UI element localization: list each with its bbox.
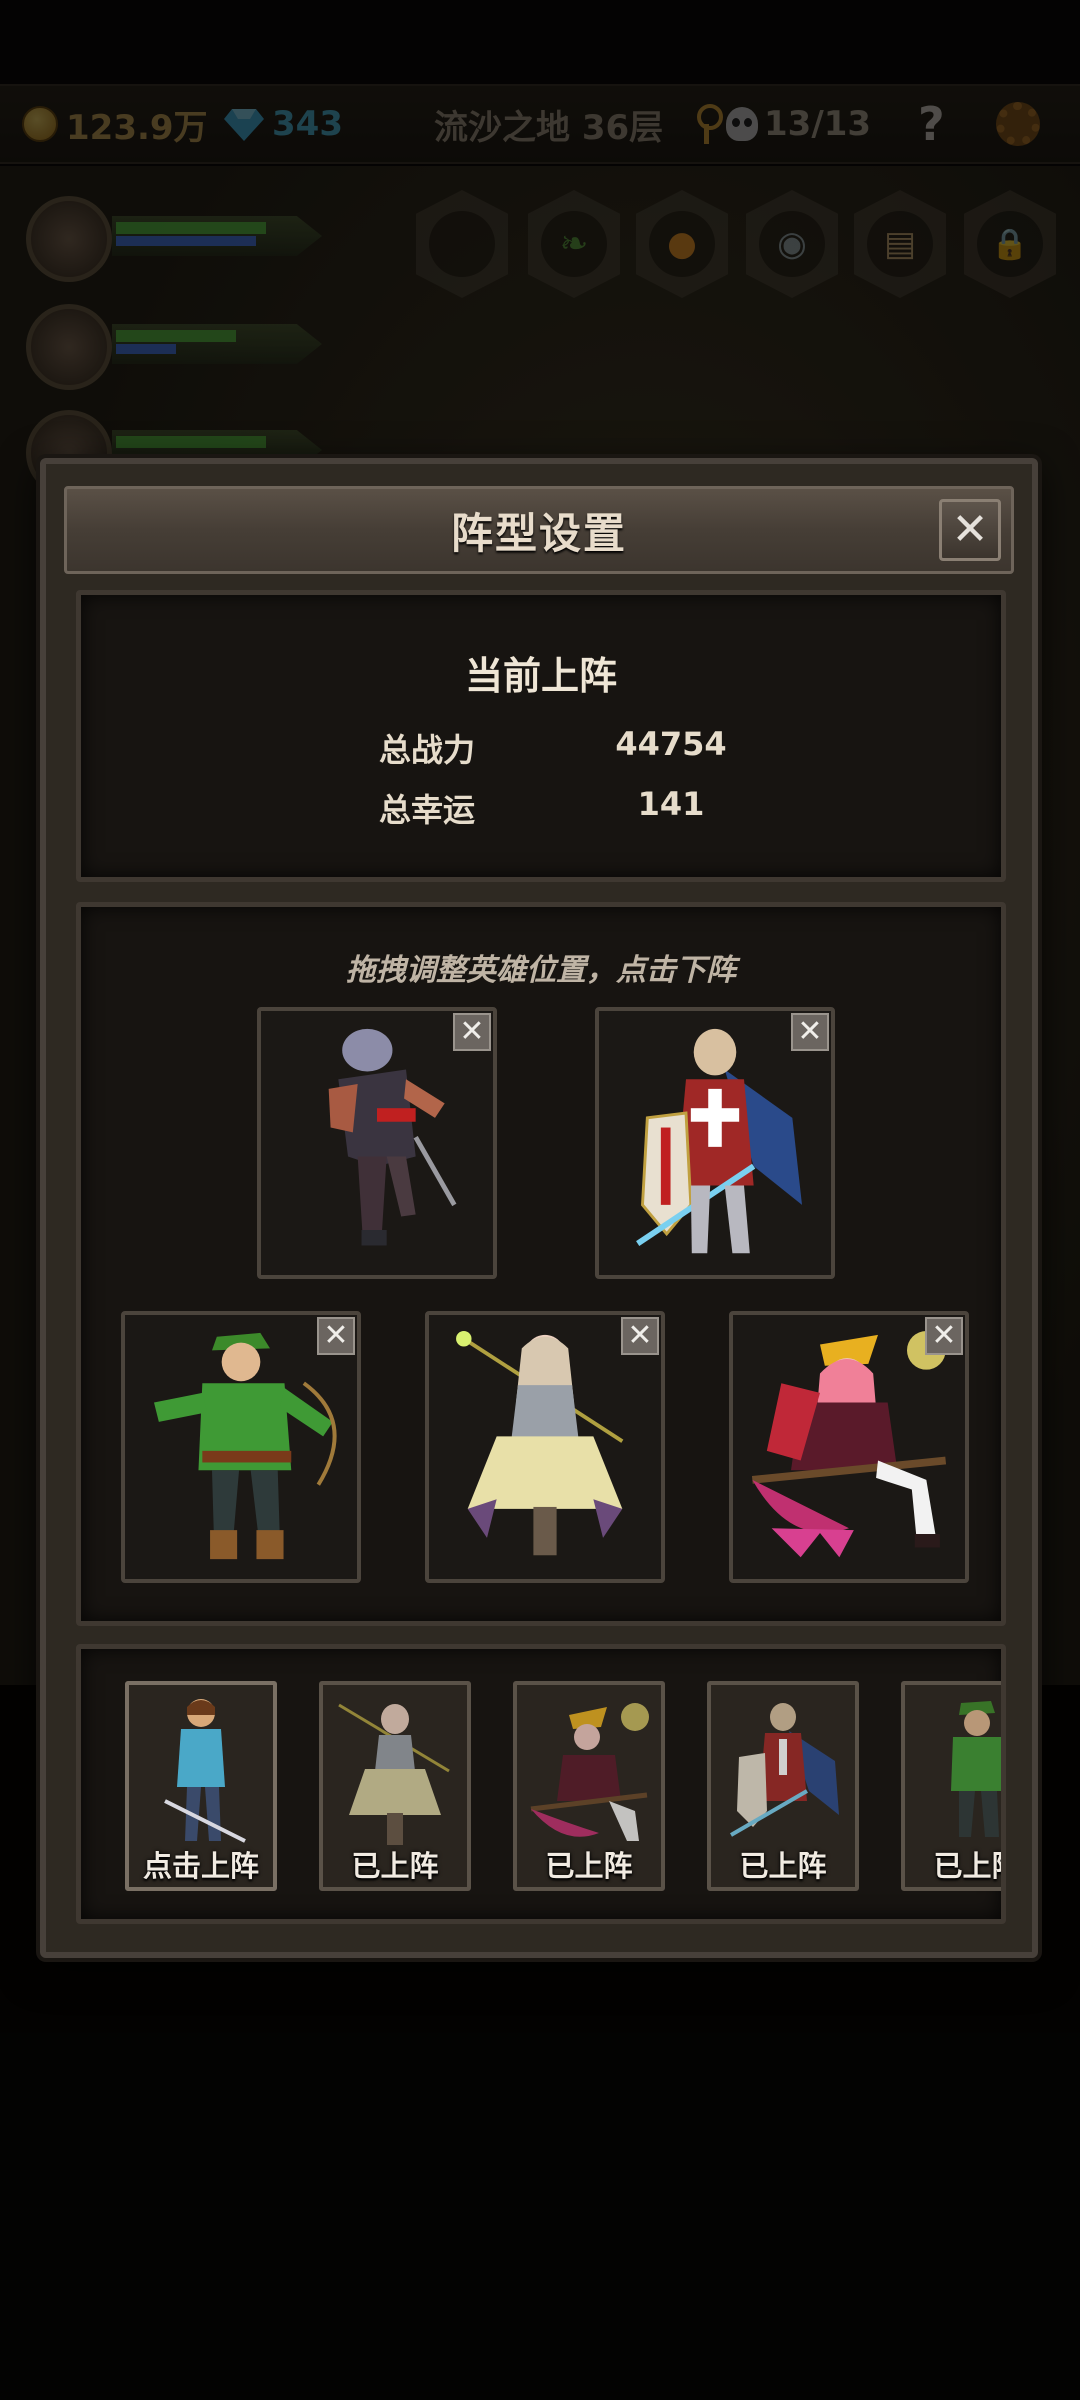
priestess-mage-portrait: [338, 1703, 450, 1845]
roster-hero-3[interactable]: 已上阵: [513, 1681, 665, 1891]
remove-hero-button[interactable]: ✕: [453, 1013, 491, 1051]
roster-status-label: 点击上阵: [142, 1849, 259, 1883]
crusader-knight-portrait: [729, 1703, 839, 1837]
close-button[interactable]: ✕: [939, 499, 1001, 561]
remove-hero-button[interactable]: ✕: [621, 1317, 659, 1355]
formation-slot-1[interactable]: ✕: [257, 1007, 497, 1279]
hero-roster: 点击上阵 已上阵 已上阵 已上阵 已上: [76, 1644, 1006, 1924]
formation-slot-3[interactable]: ✕: [121, 1311, 361, 1583]
formation-grid: 拖拽调整英雄位置，点击下阵 ✕ ✕ ✕ ✕ ✕: [76, 902, 1006, 1626]
formation-slot-5[interactable]: ✕: [729, 1311, 969, 1583]
roster-hero-4[interactable]: 已上阵: [707, 1681, 859, 1891]
dialog-title: 阵型设置: [450, 508, 627, 558]
total-power-label: 总战力: [379, 731, 476, 769]
roster-status-label: 已上阵: [351, 1849, 439, 1883]
total-luck-label: 总幸运: [379, 791, 476, 829]
blue-swordsman-portrait: [164, 1699, 246, 1843]
roster-status-label: 已上阵: [545, 1849, 633, 1883]
roster-hero-5[interactable]: 已上阵: [901, 1681, 1001, 1891]
total-power-value: 44754: [615, 725, 727, 763]
lineup-heading: 当前上阵: [464, 654, 617, 698]
roster-hero-2[interactable]: 已上阵: [319, 1681, 471, 1891]
roster-status-label: 已上阵: [739, 1849, 827, 1883]
game-screen: 123.9万 343 流沙之地 36层 13/13 ? ❧ ● ◉ ▤ 🔒 阵型…: [0, 0, 1080, 2400]
formation-slot-2[interactable]: ✕: [595, 1007, 835, 1279]
witch-on-broom-portrait: [530, 1703, 649, 1841]
remove-hero-button[interactable]: ✕: [317, 1317, 355, 1355]
total-luck-row: 总幸运 141: [81, 785, 1001, 835]
green-archer-portrait: [951, 1701, 1001, 1837]
total-luck-value: 141: [637, 785, 705, 823]
formation-dialog: 阵型设置 ✕ 当前上阵 总战力 44754 总幸运 141 拖拽调整英雄位置，点…: [40, 458, 1038, 1958]
close-icon: ✕: [951, 504, 989, 555]
roster-status-label: 已上阵: [933, 1849, 1001, 1883]
remove-hero-button[interactable]: ✕: [925, 1317, 963, 1355]
dialog-header: 阵型设置 ✕: [64, 486, 1014, 574]
current-lineup-stats: 当前上阵 总战力 44754 总幸运 141: [76, 590, 1006, 882]
remove-hero-button[interactable]: ✕: [791, 1013, 829, 1051]
formation-slot-4[interactable]: ✕: [425, 1311, 665, 1583]
formation-hint: 拖拽调整英雄位置，点击下阵: [346, 953, 736, 988]
roster-hero-1[interactable]: 点击上阵: [125, 1681, 277, 1891]
total-power-row: 总战力 44754: [81, 725, 1001, 775]
